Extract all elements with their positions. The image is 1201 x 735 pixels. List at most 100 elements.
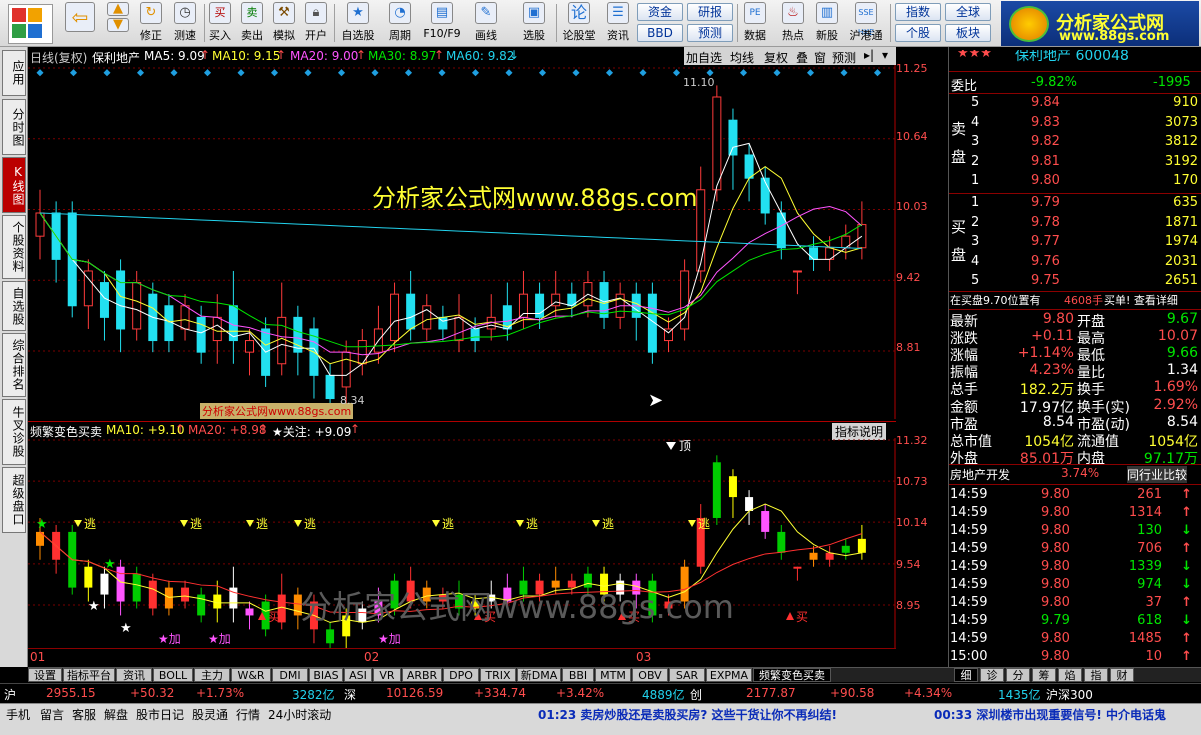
- indicator-tab[interactable]: SAR: [669, 668, 705, 682]
- buy-level-row[interactable]: 3 9.77 1974: [949, 234, 1201, 252]
- indicator-tab[interactable]: BIAS: [309, 668, 343, 682]
- news-headline-2[interactable]: 00:33 深圳楼市出现重要信号! 中介电话鬼: [932, 706, 1168, 722]
- expand-icon[interactable]: ▸|: [864, 48, 874, 62]
- stock-picker-button[interactable]: ▣ 选股: [514, 2, 554, 45]
- buy-button[interactable]: 买买入: [206, 2, 234, 45]
- adjust-button[interactable]: 复权: [764, 49, 788, 66]
- buy-level-row[interactable]: 4 9.76 2031: [949, 254, 1201, 272]
- f10-button[interactable]: ▤ F10/F9: [420, 2, 464, 45]
- back-button[interactable]: ⇦: [64, 2, 96, 45]
- tab-profile[interactable]: 个股资料: [2, 215, 26, 279]
- sell-level-row[interactable]: 5 9.84 910: [949, 95, 1201, 113]
- data-button[interactable]: PE 数据: [740, 2, 770, 45]
- buy-level-row[interactable]: 5 9.75 2651: [949, 273, 1201, 291]
- sell-level-row[interactable]: 1 9.80 170: [949, 173, 1201, 191]
- indicator-tab[interactable]: 指标平台: [63, 668, 115, 682]
- diary-link[interactable]: 股市日记: [134, 706, 186, 722]
- rolling-news-link[interactable]: 24小时滚动: [266, 706, 333, 722]
- sell-level-row[interactable]: 2 9.81 3192: [949, 154, 1201, 172]
- research-button[interactable]: 研报: [687, 3, 733, 21]
- watchlist-button[interactable]: ★ 自选股: [338, 2, 378, 45]
- period-button[interactable]: ◔ 周期: [382, 2, 418, 45]
- mobile-link[interactable]: 手机: [4, 706, 32, 722]
- hk-connect-button[interactable]: SSE HKE 沪港通: [846, 2, 886, 45]
- overlay-button[interactable]: 叠: [796, 49, 808, 66]
- quote-tab[interactable]: 焰: [1058, 668, 1082, 682]
- site-banner[interactable]: 分析家公式网 www.88gs.com: [1001, 1, 1199, 46]
- sh-index[interactable]: 2955.15: [46, 686, 96, 700]
- ma-button[interactable]: 均线: [730, 49, 754, 66]
- indicator-tab[interactable]: DPO: [443, 668, 479, 682]
- buy-level-row[interactable]: 1 9.79 635: [949, 195, 1201, 213]
- tab-intraday[interactable]: 分时图: [2, 99, 26, 155]
- fund-button[interactable]: 资金: [637, 3, 683, 21]
- sz-index[interactable]: 10126.59: [386, 686, 443, 700]
- sector-name[interactable]: 房地产开发: [950, 466, 1010, 483]
- tab-ranking[interactable]: 综合排名: [2, 333, 26, 397]
- indicator-tab[interactable]: VR: [373, 668, 401, 682]
- indicator-tab[interactable]: TRIX: [480, 668, 516, 682]
- simulate-button[interactable]: ⚒ 模拟: [270, 2, 298, 45]
- quote-tab[interactable]: 筹: [1032, 668, 1056, 682]
- buy-level-row[interactable]: 2 9.78 1871: [949, 215, 1201, 233]
- forum-button[interactable]: 论论股堂: [560, 2, 598, 45]
- ipo-button[interactable]: ▥ 新股: [812, 2, 842, 45]
- sell-level-row[interactable]: 3 9.82 3812: [949, 134, 1201, 152]
- sector-compare-button[interactable]: 同行业比较: [1127, 466, 1188, 483]
- indicator-tab[interactable]: DMI: [272, 668, 308, 682]
- indicator-tab[interactable]: EXPMA: [706, 668, 752, 682]
- hot-button[interactable]: ♨ 热点: [776, 2, 810, 45]
- indicator-tab[interactable]: ARBR: [402, 668, 442, 682]
- tab-super-depth[interactable]: 超级盘口: [2, 467, 26, 533]
- indicator-tab[interactable]: OBV: [632, 668, 668, 682]
- indicator-tab[interactable]: BBI: [562, 668, 594, 682]
- open-account-button[interactable]: 🔒︎ 开户: [302, 2, 330, 45]
- forecast-button[interactable]: 预测: [687, 24, 733, 42]
- kline-chart[interactable]: [28, 65, 896, 419]
- tab-apps[interactable]: 应用: [2, 50, 26, 96]
- indicator-tab[interactable]: 设置: [28, 668, 62, 682]
- news-button[interactable]: ☰ 资讯: [602, 2, 634, 45]
- speed-test-button[interactable]: ◷ 测速: [168, 2, 202, 45]
- global-button[interactable]: 全球: [945, 3, 991, 21]
- cy-index[interactable]: 2177.87: [746, 686, 796, 700]
- app-logo-icon[interactable]: [8, 4, 53, 44]
- sector-button[interactable]: 板块: [945, 24, 991, 42]
- tab-watchlist[interactable]: 自选股: [2, 281, 26, 331]
- fix-button[interactable]: ↻ 修正: [134, 2, 168, 45]
- indicator-tab[interactable]: BOLL: [153, 668, 193, 682]
- sell-button[interactable]: 卖卖出: [238, 2, 266, 45]
- message-link[interactable]: 留言: [38, 706, 66, 722]
- quotes-link[interactable]: 行情: [234, 706, 262, 722]
- window-button[interactable]: 窗: [814, 49, 826, 66]
- quote-tab[interactable]: 诊: [980, 668, 1004, 682]
- news-headline-1[interactable]: 01:23 卖房炒股还是卖股买房? 这些干货让你不再纠结!: [536, 706, 839, 722]
- indicator-tab[interactable]: 资讯: [116, 668, 152, 682]
- guling-link[interactable]: 股灵通: [190, 706, 230, 722]
- indicator-tab[interactable]: W&R: [231, 668, 271, 682]
- quote-tab[interactable]: 指: [1084, 668, 1108, 682]
- indicator-tab[interactable]: ASI: [344, 668, 372, 682]
- indicator-tab[interactable]: 新DMA: [517, 668, 561, 682]
- tab-kline[interactable]: K线图: [2, 157, 26, 213]
- bbd-button[interactable]: BBD: [637, 24, 683, 42]
- up-down-button[interactable]: ▲ ▼: [104, 2, 132, 45]
- add-watchlist-button[interactable]: 加自选: [686, 49, 722, 66]
- draw-line-button[interactable]: ✎ 画线: [468, 2, 504, 45]
- add-signal-label: ★加: [378, 632, 401, 646]
- indicator-tab[interactable]: 频繁变色买卖: [753, 668, 831, 682]
- indicator-tab[interactable]: MTM: [595, 668, 631, 682]
- indicator-tab[interactable]: 主力: [194, 668, 230, 682]
- index-button[interactable]: 指数: [895, 3, 941, 21]
- dropdown-icon[interactable]: ▾: [882, 48, 888, 62]
- analysis-link[interactable]: 解盘: [102, 706, 130, 722]
- quote-tab[interactable]: 分: [1006, 668, 1030, 682]
- tab-diagnosis[interactable]: 牛叉诊股: [2, 399, 26, 465]
- forecast-chart-button[interactable]: 预测: [832, 49, 856, 66]
- service-link[interactable]: 客服: [70, 706, 98, 722]
- bid-note[interactable]: 在买盘9.70位置有 4608手 买单! 查看详细: [949, 291, 1201, 309]
- quote-tab[interactable]: 细: [954, 668, 978, 682]
- quote-tab[interactable]: 财: [1110, 668, 1134, 682]
- stock-button[interactable]: 个股: [895, 24, 941, 42]
- sell-level-row[interactable]: 4 9.83 3073: [949, 115, 1201, 133]
